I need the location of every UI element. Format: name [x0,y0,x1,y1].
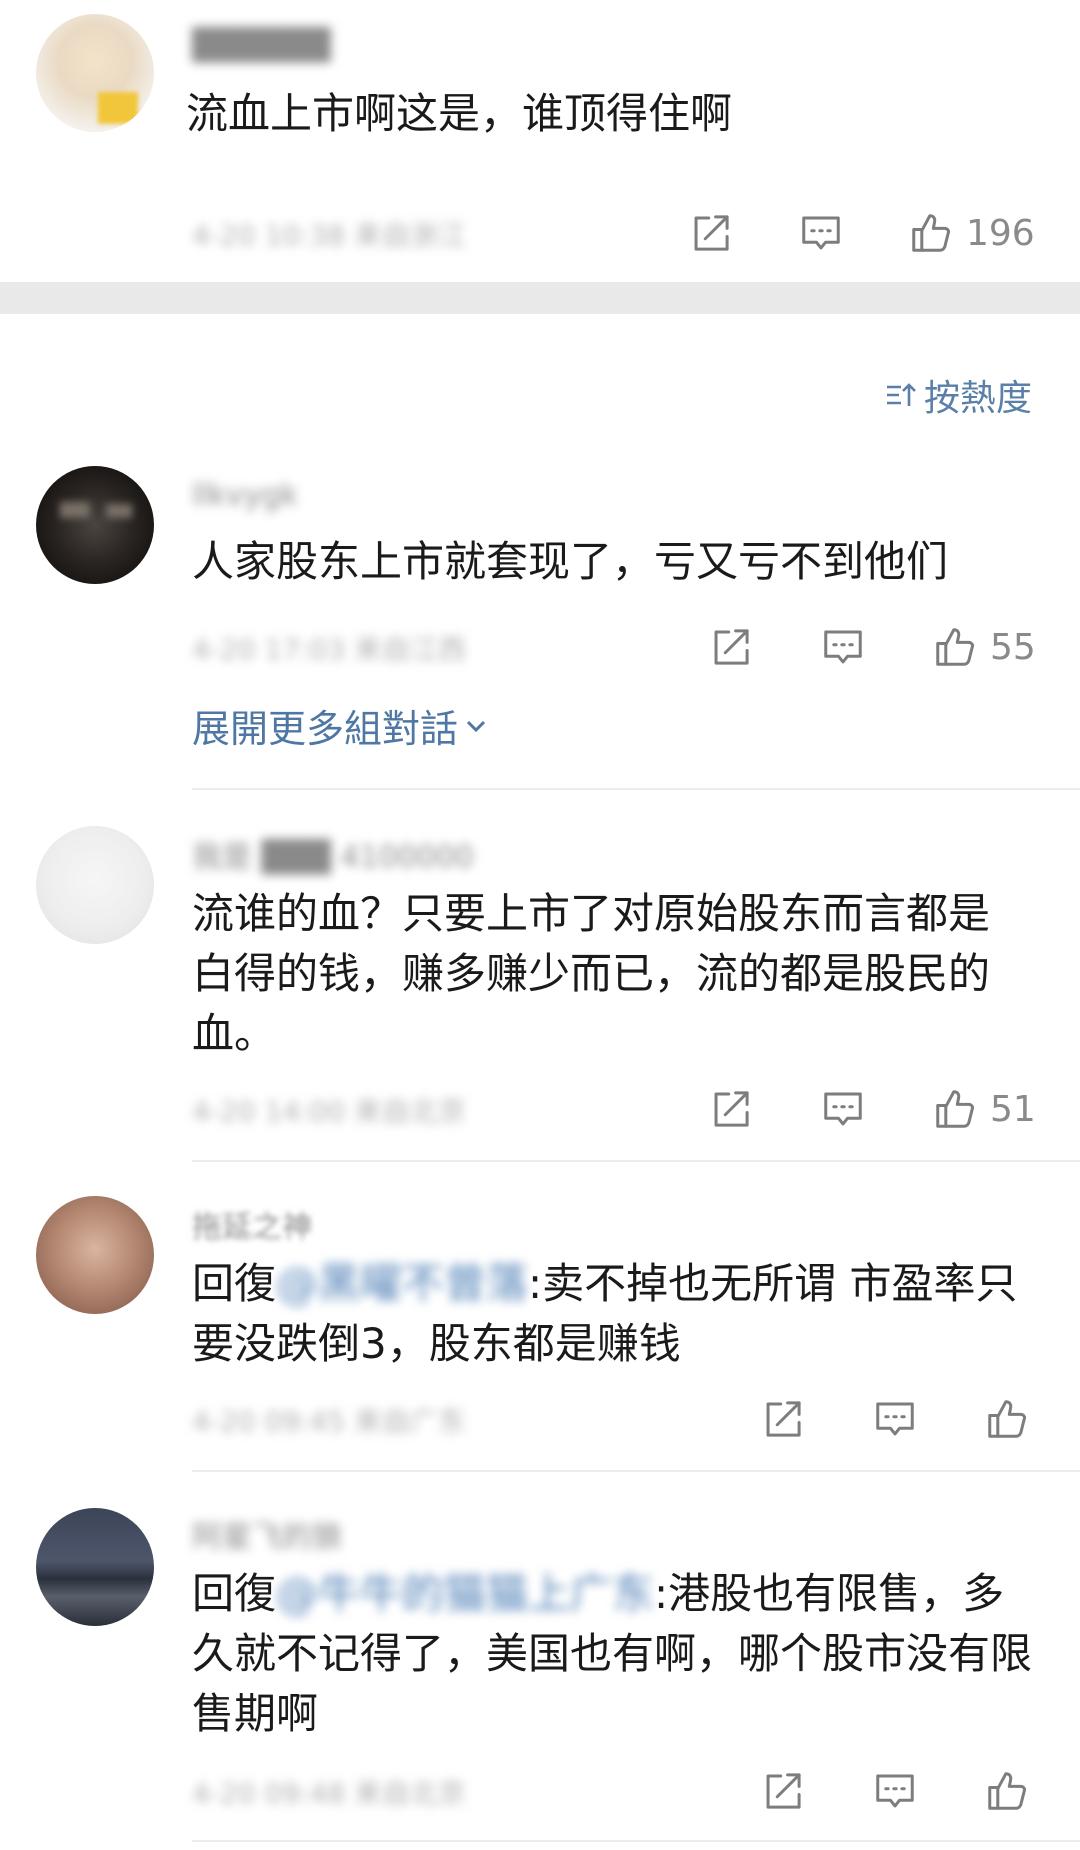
sort-toggle[interactable]: 按熱度 [884,372,1032,419]
comment-text: 回復@牛牛的猫猫上广东:港股也有限售，多久就不记得了，美国也有啊，哪个股市没有限… [192,1564,1032,1744]
username[interactable]: 阿星飞的狼 [192,1512,342,1555]
thumbs-up-icon [988,1772,1027,1810]
thumbs-up-icon [936,628,975,666]
thumbs-up-icon [912,214,951,252]
comment-icon[interactable] [820,624,866,670]
expand-label: 展開更多組對話 [192,707,459,751]
mention-link[interactable]: @牛牛的猫猫上广东 [276,1569,654,1618]
comment-text: 流血上市啊这是，谁顶得住啊 [186,89,733,138]
chevron-down-icon [466,720,486,732]
mention-link[interactable]: @黑曜不曾落 [276,1259,528,1308]
like-button[interactable]: 196 [908,210,1035,256]
comment-icon[interactable] [798,210,844,256]
thumbs-up-icon [988,1400,1027,1438]
comment-icon[interactable] [872,1396,918,1442]
comment-text: 人家股东上市就套现了，亏又亏不到他们 [192,537,949,586]
comment-actions [760,1766,1030,1816]
divider [192,788,1080,790]
like-count: 55 [990,626,1036,668]
avatar[interactable] [36,1196,154,1314]
share-icon[interactable] [760,1768,806,1814]
reply-prefix: 回復 [192,1569,277,1618]
comment-meta: 4-20 10:38 来自浙江 [192,219,467,252]
like-button[interactable]: 51 [932,1086,1036,1132]
like-button[interactable]: 55 [932,624,1036,670]
username[interactable]: 拖延之神 [192,1202,312,1245]
avatar[interactable] [36,826,154,944]
share-icon[interactable] [760,1396,806,1442]
comment-actions: 55 [708,622,1036,672]
avatar[interactable] [36,1508,154,1626]
username[interactable]: ██████ [192,28,330,68]
like-button[interactable] [984,1768,1030,1814]
like-count: 51 [990,1088,1036,1130]
comment-meta: 4-20 09:48 来自北京 [192,1777,467,1810]
comment-icon[interactable] [872,1768,918,1814]
comment-actions: 196 [688,208,1035,258]
comment-meta: 4-20 09:45 来自广东 [192,1405,467,1438]
comment-meta: 4-20 17:03 来自江西 [192,633,467,666]
comment-icon[interactable] [820,1086,866,1132]
comment-text: 回復@黑曜不曾落:卖不掉也无所谓 市盈率只要没跌倒3，股东都是赚钱 [192,1254,1032,1374]
thumbs-up-icon [936,1090,975,1128]
username[interactable]: llkvygk [192,478,298,518]
divider [192,1160,1080,1162]
comment-text: 流谁的血？只要上市了对原始股东而言都是白得的钱，赚多赚少而已，流的都是股民的血。 [192,889,991,1058]
expand-conversation-link[interactable]: 展開更多組對話 [192,698,490,753]
sort-label: 按熱度 [923,378,1032,419]
comment-meta: 4-20 14:00 来自北京 [192,1095,467,1128]
reply-prefix: 回復 [192,1259,277,1308]
like-count: 196 [966,212,1035,254]
sort-icon [886,383,916,406]
avatar[interactable] [36,466,154,584]
share-icon[interactable] [708,1086,754,1132]
section-divider [0,282,1080,314]
comment-actions [760,1394,1030,1444]
divider [192,1470,1080,1472]
share-icon[interactable] [708,624,754,670]
like-button[interactable] [984,1396,1030,1442]
share-icon[interactable] [688,210,734,256]
avatar[interactable] [36,14,154,132]
divider [192,1840,1080,1842]
comment-actions: 51 [708,1084,1036,1134]
username[interactable]: 我是 ███ 4100000 [192,832,474,875]
